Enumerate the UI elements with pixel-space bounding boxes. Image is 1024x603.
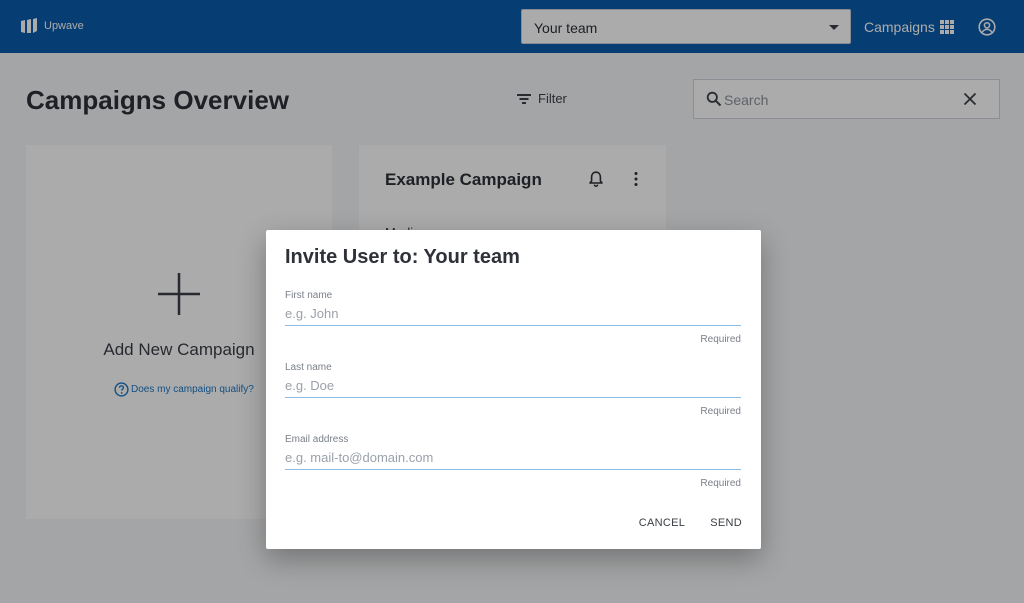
email-helper: Required — [700, 478, 741, 489]
first-name-helper: Required — [700, 334, 741, 345]
last-name-label: Last name — [285, 362, 332, 373]
last-name-helper: Required — [700, 406, 741, 417]
dialog-actions: CANCEL SEND — [639, 517, 742, 529]
email-input[interactable] — [285, 446, 741, 470]
last-name-input[interactable] — [285, 374, 741, 398]
invite-user-dialog: Invite User to: Your team First name Req… — [266, 230, 761, 549]
dialog-title: Invite User to: Your team — [285, 246, 520, 268]
email-label: Email address — [285, 434, 349, 445]
send-button[interactable]: SEND — [710, 517, 742, 529]
first-name-input[interactable] — [285, 302, 741, 326]
cancel-button[interactable]: CANCEL — [639, 517, 685, 529]
first-name-label: First name — [285, 290, 333, 301]
